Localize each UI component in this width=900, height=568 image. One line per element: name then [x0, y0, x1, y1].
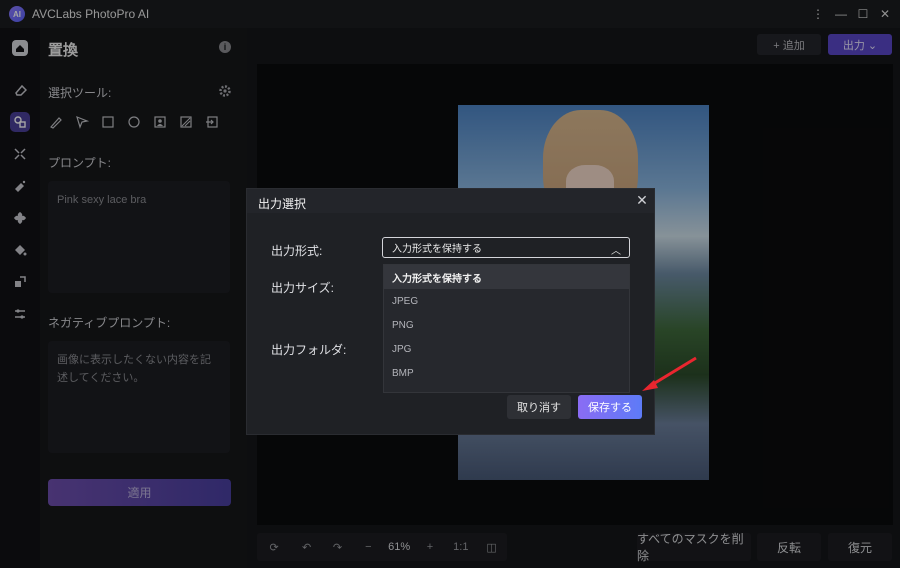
actual-size-button[interactable]: 1:1 [445, 533, 476, 561]
folder-label: 出力フォルダ: [271, 343, 347, 357]
negative-prompt-label: ネガティブプロンプト: [48, 316, 171, 330]
format-option[interactable]: 入力形式を保持する [384, 265, 629, 289]
save-button[interactable]: 保存する [578, 395, 642, 419]
format-option[interactable]: PNG [384, 313, 629, 337]
invert-button[interactable]: 反転 [757, 533, 821, 561]
chevron-up-icon: ︿ [611, 246, 621, 257]
rectangle-select-icon[interactable] [100, 114, 116, 130]
zoom-level: 61% [388, 541, 411, 553]
cancel-button[interactable]: 取り消す [507, 395, 571, 419]
brush-icon[interactable] [48, 114, 64, 130]
tool-rail [0, 28, 40, 568]
sparkle-icon[interactable] [10, 176, 30, 196]
resize-icon[interactable] [10, 272, 30, 292]
format-select-value: 入力形式を保持する [392, 244, 482, 255]
dialog-header: 出力選択 ✕ [247, 189, 654, 213]
format-option[interactable]: BMP [384, 361, 629, 385]
fit-icon[interactable]: ⟳ [257, 533, 291, 561]
compare-icon[interactable]: ◫ [476, 533, 507, 561]
undo-icon[interactable]: ↶ [291, 533, 322, 561]
clear-masks-button[interactable]: すべてのマスクを削除 [637, 532, 751, 563]
close-window-icon[interactable]: ✕ [873, 0, 897, 28]
portrait-select-icon[interactable] [152, 114, 168, 130]
selection-tools [48, 114, 220, 130]
close-icon[interactable]: ✕ [635, 193, 649, 207]
home-icon[interactable] [10, 38, 30, 58]
adjust-icon[interactable] [10, 304, 30, 324]
paint-bucket-icon[interactable] [10, 240, 30, 260]
format-option[interactable]: JPEG [384, 289, 629, 313]
gear-icon[interactable] [218, 84, 232, 98]
lasso-icon[interactable] [74, 114, 90, 130]
prompt-label: プロンプト: [48, 156, 111, 170]
app-logo: AI [9, 6, 25, 22]
title-bar: AI AVCLabs PhotoPro AI ⋮ — ☐ ✕ [0, 0, 900, 28]
eraser-icon[interactable] [10, 80, 30, 100]
format-select[interactable]: 入力形式を保持する ︿ [382, 237, 630, 258]
maximize-icon[interactable]: ☐ [851, 0, 875, 28]
app-title: AVCLabs PhotoPro AI [32, 7, 150, 21]
negative-prompt-input[interactable]: 画像に表示したくない内容を記述してください。 [48, 341, 230, 453]
format-label: 出力形式: [271, 244, 323, 258]
import-mask-icon[interactable] [204, 114, 220, 130]
dialog-title: 出力選択 [258, 197, 307, 211]
ellipse-select-icon[interactable] [126, 114, 142, 130]
format-option[interactable]: JPG [384, 337, 629, 361]
output-dialog: 出力選択 ✕ 出力形式: 出力サイズ: 出力フォルダ: 入力形式を保持する ︿ … [246, 188, 655, 435]
minimize-icon[interactable]: — [829, 0, 853, 28]
apply-button[interactable]: 適用 [48, 479, 231, 506]
add-button[interactable]: + 追加 [757, 34, 821, 55]
redo-icon[interactable]: ↷ [322, 533, 353, 561]
expand-icon[interactable] [10, 144, 30, 164]
info-icon[interactable]: i [219, 41, 231, 53]
restore-button[interactable]: 復元 [828, 533, 892, 561]
selection-tool-label: 選択ツール: [48, 86, 112, 100]
replace-icon[interactable] [10, 112, 30, 132]
zoom-in-icon[interactable]: + [415, 533, 446, 561]
prompt-input[interactable]: Pink sexy lace bra [48, 181, 230, 293]
zoom-bar: ⟳ ↶ ↷ − 61% + 1:1 ◫ [257, 533, 507, 561]
fan-icon[interactable] [10, 208, 30, 228]
size-label: 出力サイズ: [271, 281, 334, 295]
panel-title: 置換 [48, 42, 79, 59]
zoom-out-icon[interactable]: − [353, 533, 384, 561]
window-menu-icon[interactable]: ⋮ [806, 0, 830, 28]
output-button[interactable]: 出力 ⌄ [828, 34, 892, 55]
auto-select-icon[interactable] [178, 114, 194, 130]
settings-panel: 置換 i 選択ツール: プロンプト: Pink sexy lace bra ネガ… [40, 28, 247, 568]
format-dropdown: 入力形式を保持する JPEG PNG JPG BMP [383, 264, 630, 393]
